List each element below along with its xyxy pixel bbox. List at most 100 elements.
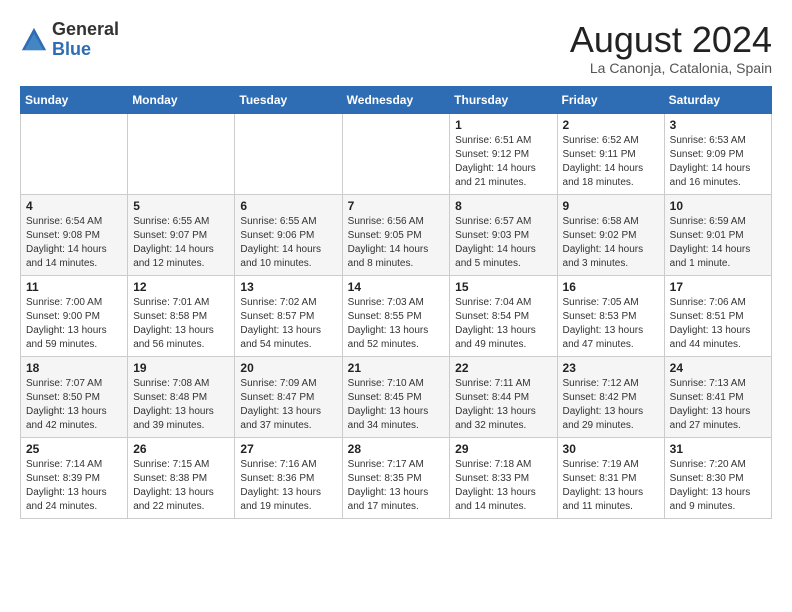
day-info: Sunrise: 7:12 AM Sunset: 8:42 PM Dayligh… [563, 377, 659, 433]
day-info: Sunrise: 7:19 AM Sunset: 8:31 PM Dayligh… [563, 458, 659, 514]
day-number: 28 [348, 442, 445, 456]
day-number: 24 [670, 361, 766, 375]
calendar-cell: 7 Sunrise: 6:56 AM Sunset: 9:05 PM Daylig… [342, 194, 450, 275]
day-info: Sunrise: 7:05 AM Sunset: 8:53 PM Dayligh… [563, 296, 659, 352]
day-info: Sunrise: 7:15 AM Sunset: 8:38 PM Dayligh… [133, 458, 229, 514]
day-info: Sunrise: 7:18 AM Sunset: 8:33 PM Dayligh… [455, 458, 551, 514]
month-title: August 2024 [570, 20, 772, 60]
day-number: 10 [670, 199, 766, 213]
calendar-cell: 27 Sunrise: 7:16 AM Sunset: 8:36 PM Dayli… [235, 437, 342, 518]
calendar-cell: 2 Sunrise: 6:52 AM Sunset: 9:11 PM Daylig… [557, 113, 664, 194]
day-info: Sunrise: 7:03 AM Sunset: 8:55 PM Dayligh… [348, 296, 445, 352]
day-number: 14 [348, 280, 445, 294]
day-number: 12 [133, 280, 229, 294]
calendar-cell: 26 Sunrise: 7:15 AM Sunset: 8:38 PM Dayli… [128, 437, 235, 518]
day-info: Sunrise: 7:06 AM Sunset: 8:51 PM Dayligh… [670, 296, 766, 352]
calendar-cell: 31 Sunrise: 7:20 AM Sunset: 8:30 PM Dayli… [664, 437, 771, 518]
day-info: Sunrise: 7:00 AM Sunset: 9:00 PM Dayligh… [26, 296, 122, 352]
day-of-week-sunday: Sunday [21, 86, 128, 113]
day-number: 26 [133, 442, 229, 456]
day-of-week-thursday: Thursday [450, 86, 557, 113]
logo: General Blue [20, 20, 119, 60]
calendar-cell: 13 Sunrise: 7:02 AM Sunset: 8:57 PM Dayli… [235, 275, 342, 356]
day-number: 11 [26, 280, 122, 294]
day-info: Sunrise: 7:04 AM Sunset: 8:54 PM Dayligh… [455, 296, 551, 352]
day-number: 6 [240, 199, 336, 213]
calendar-cell: 20 Sunrise: 7:09 AM Sunset: 8:47 PM Dayli… [235, 356, 342, 437]
calendar-week-2: 4 Sunrise: 6:54 AM Sunset: 9:08 PM Daylig… [21, 194, 772, 275]
calendar-cell: 14 Sunrise: 7:03 AM Sunset: 8:55 PM Dayli… [342, 275, 450, 356]
calendar-cell: 23 Sunrise: 7:12 AM Sunset: 8:42 PM Dayli… [557, 356, 664, 437]
calendar-cell: 25Sunrise: 7:14 AM Sunset: 8:39 PM Dayli… [21, 437, 128, 518]
calendar-cell: 10 Sunrise: 6:59 AM Sunset: 9:01 PM Dayli… [664, 194, 771, 275]
day-number: 16 [563, 280, 659, 294]
day-number: 25 [26, 442, 122, 456]
day-number: 5 [133, 199, 229, 213]
day-info: Sunrise: 7:02 AM Sunset: 8:57 PM Dayligh… [240, 296, 336, 352]
calendar-cell [128, 113, 235, 194]
day-number: 31 [670, 442, 766, 456]
day-info: Sunrise: 7:08 AM Sunset: 8:48 PM Dayligh… [133, 377, 229, 433]
day-info: Sunrise: 6:58 AM Sunset: 9:02 PM Dayligh… [563, 215, 659, 271]
page-header: General Blue August 2024 La Canonja, Cat… [20, 20, 772, 76]
day-info: Sunrise: 6:54 AM Sunset: 9:08 PM Dayligh… [26, 215, 122, 271]
day-number: 8 [455, 199, 551, 213]
calendar-cell: 6 Sunrise: 6:55 AM Sunset: 9:06 PM Daylig… [235, 194, 342, 275]
location-subtitle: La Canonja, Catalonia, Spain [570, 60, 772, 76]
day-of-week-friday: Friday [557, 86, 664, 113]
day-info: Sunrise: 7:01 AM Sunset: 8:58 PM Dayligh… [133, 296, 229, 352]
calendar-cell: 9 Sunrise: 6:58 AM Sunset: 9:02 PM Daylig… [557, 194, 664, 275]
logo-icon [20, 26, 48, 54]
calendar-cell: 11 Sunrise: 7:00 AM Sunset: 9:00 PM Dayli… [21, 275, 128, 356]
day-number: 17 [670, 280, 766, 294]
calendar-cell: 8 Sunrise: 6:57 AM Sunset: 9:03 PM Daylig… [450, 194, 557, 275]
calendar-cell: 5 Sunrise: 6:55 AM Sunset: 9:07 PM Daylig… [128, 194, 235, 275]
calendar-header-row: SundayMondayTuesdayWednesdayThursdayFrid… [21, 86, 772, 113]
calendar-cell: 29 Sunrise: 7:18 AM Sunset: 8:33 PM Dayli… [450, 437, 557, 518]
calendar-cell: 17 Sunrise: 7:06 AM Sunset: 8:51 PM Dayli… [664, 275, 771, 356]
day-info: Sunrise: 6:56 AM Sunset: 9:05 PM Dayligh… [348, 215, 445, 271]
day-number: 9 [563, 199, 659, 213]
day-number: 23 [563, 361, 659, 375]
day-number: 3 [670, 118, 766, 132]
day-info: Sunrise: 7:13 AM Sunset: 8:41 PM Dayligh… [670, 377, 766, 433]
day-of-week-monday: Monday [128, 86, 235, 113]
day-number: 7 [348, 199, 445, 213]
calendar-cell [21, 113, 128, 194]
calendar-week-3: 11 Sunrise: 7:00 AM Sunset: 9:00 PM Dayli… [21, 275, 772, 356]
day-info: Sunrise: 7:16 AM Sunset: 8:36 PM Dayligh… [240, 458, 336, 514]
calendar-cell: 15Sunrise: 7:04 AM Sunset: 8:54 PM Dayli… [450, 275, 557, 356]
day-of-week-saturday: Saturday [664, 86, 771, 113]
day-number: 19 [133, 361, 229, 375]
calendar-cell: 22Sunrise: 7:11 AM Sunset: 8:44 PM Dayli… [450, 356, 557, 437]
day-of-week-wednesday: Wednesday [342, 86, 450, 113]
calendar-cell [342, 113, 450, 194]
day-number: 1 [455, 118, 551, 132]
calendar-week-5: 25Sunrise: 7:14 AM Sunset: 8:39 PM Dayli… [21, 437, 772, 518]
day-info: Sunrise: 7:09 AM Sunset: 8:47 PM Dayligh… [240, 377, 336, 433]
calendar-cell: 21 Sunrise: 7:10 AM Sunset: 8:45 PM Dayli… [342, 356, 450, 437]
calendar-cell: 28 Sunrise: 7:17 AM Sunset: 8:35 PM Dayli… [342, 437, 450, 518]
calendar-week-1: 1Sunrise: 6:51 AM Sunset: 9:12 PM Daylig… [21, 113, 772, 194]
calendar-cell: 3Sunrise: 6:53 AM Sunset: 9:09 PM Daylig… [664, 113, 771, 194]
day-number: 20 [240, 361, 336, 375]
day-info: Sunrise: 7:20 AM Sunset: 8:30 PM Dayligh… [670, 458, 766, 514]
day-info: Sunrise: 7:17 AM Sunset: 8:35 PM Dayligh… [348, 458, 445, 514]
day-info: Sunrise: 6:59 AM Sunset: 9:01 PM Dayligh… [670, 215, 766, 271]
day-number: 18 [26, 361, 122, 375]
calendar-cell: 18 Sunrise: 7:07 AM Sunset: 8:50 PM Dayli… [21, 356, 128, 437]
day-info: Sunrise: 6:55 AM Sunset: 9:06 PM Dayligh… [240, 215, 336, 271]
calendar-cell: 24 Sunrise: 7:13 AM Sunset: 8:41 PM Dayli… [664, 356, 771, 437]
day-info: Sunrise: 6:57 AM Sunset: 9:03 PM Dayligh… [455, 215, 551, 271]
day-number: 4 [26, 199, 122, 213]
day-number: 21 [348, 361, 445, 375]
calendar-cell [235, 113, 342, 194]
day-number: 29 [455, 442, 551, 456]
day-number: 13 [240, 280, 336, 294]
day-number: 2 [563, 118, 659, 132]
day-info: Sunrise: 6:52 AM Sunset: 9:11 PM Dayligh… [563, 134, 659, 190]
day-info: Sunrise: 7:10 AM Sunset: 8:45 PM Dayligh… [348, 377, 445, 433]
day-info: Sunrise: 7:07 AM Sunset: 8:50 PM Dayligh… [26, 377, 122, 433]
day-info: Sunrise: 6:55 AM Sunset: 9:07 PM Dayligh… [133, 215, 229, 271]
day-number: 27 [240, 442, 336, 456]
